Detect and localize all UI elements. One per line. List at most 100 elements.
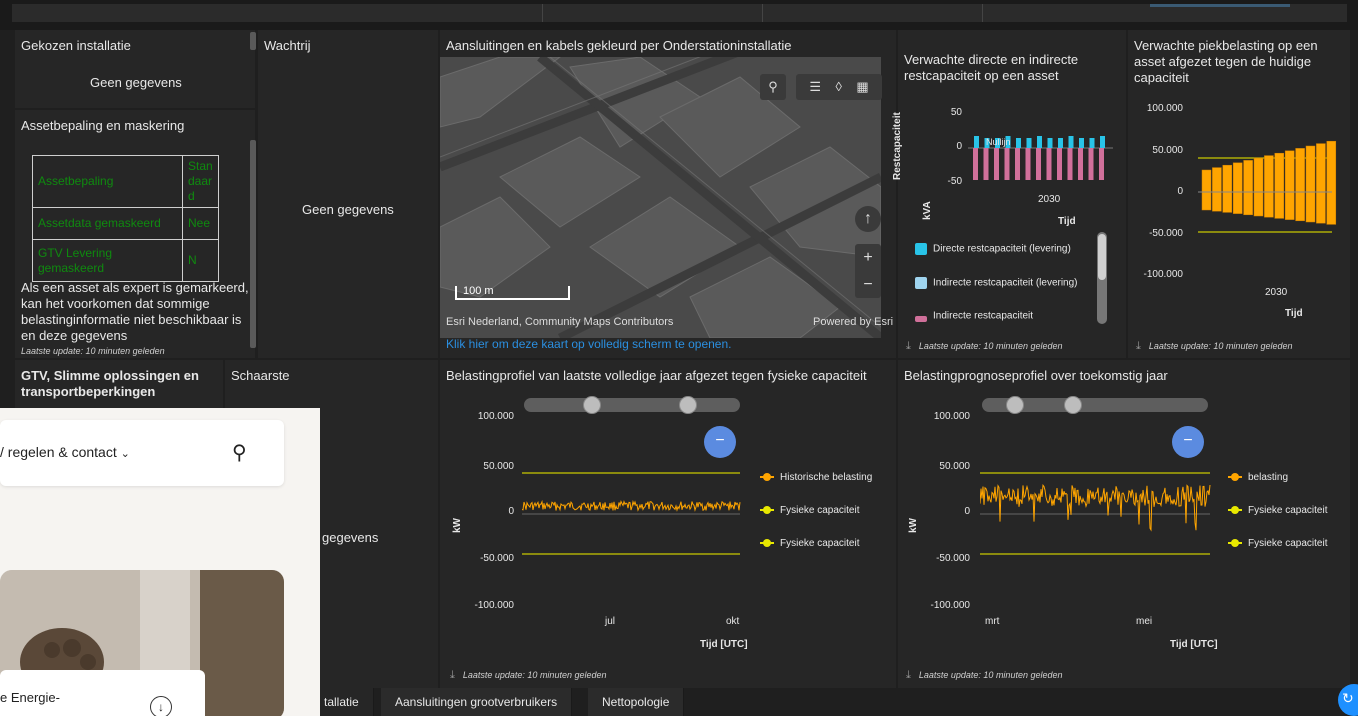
chart-bar[interactable] — [1232, 162, 1243, 214]
chart-bar[interactable] — [1100, 136, 1105, 148]
overlay-webpage: / regelen & contact ⌄ ⚲ e Energie- ↓ — [0, 408, 320, 716]
zoom-in-button[interactable]: + — [855, 244, 881, 271]
legend-label: Fysieke capaciteit — [1248, 505, 1328, 516]
y-axis-title: Restcapaciteit — [892, 112, 903, 180]
y-tick-label: -50 — [947, 176, 962, 187]
chart-bar[interactable] — [1274, 152, 1285, 219]
legend-item[interactable]: Fysieke capaciteit — [760, 505, 859, 516]
zoom-out-button[interactable]: − — [855, 271, 881, 298]
chart-bar[interactable] — [1201, 169, 1212, 211]
chart-bar[interactable] — [1057, 148, 1062, 180]
legend-item[interactable]: Fysieke capaciteit — [760, 538, 859, 549]
top-toolbar — [0, 0, 1358, 30]
chart-bar[interactable] — [1036, 148, 1041, 180]
legend-item[interactable]: Directe restcapaciteit (levering) — [915, 243, 1071, 255]
chart-bar[interactable] — [1326, 140, 1337, 225]
chart-bar[interactable] — [1212, 167, 1222, 212]
overlay-menu-item[interactable]: / regelen & contact ⌄ — [0, 444, 130, 460]
chart-bar[interactable] — [1243, 160, 1253, 216]
chart-bar[interactable] — [1025, 148, 1031, 180]
panel-title: Verwachte directe en indirecte restcapac… — [904, 52, 1079, 83]
restcap-chart[interactable] — [968, 112, 1118, 192]
toolbar-accent — [1150, 4, 1290, 7]
scrollbar[interactable] — [250, 32, 256, 50]
legend-item[interactable]: Indirecte restcapaciteit — [915, 310, 1033, 322]
chevron-down-icon: ⌄ — [120, 448, 130, 460]
chart-bar[interactable] — [1058, 138, 1063, 148]
table-cell-label: Assetbepaling — [32, 155, 183, 208]
chart-bar[interactable] — [1026, 138, 1032, 148]
search-icon[interactable]: ⚲ — [232, 440, 247, 465]
chart-bar[interactable] — [1099, 148, 1104, 180]
prognose-chart[interactable] — [980, 412, 1212, 612]
legend-item[interactable]: belasting — [1228, 472, 1288, 483]
tab-installatie[interactable]: tallatie — [312, 688, 374, 716]
download-icon[interactable]: ↓ — [150, 696, 172, 716]
range-slider[interactable] — [524, 398, 740, 412]
map-search-button[interactable]: ⚲ — [760, 74, 786, 100]
chart-bar[interactable] — [1016, 138, 1021, 148]
chart-bar[interactable] — [1015, 148, 1020, 180]
chart-bar[interactable] — [1253, 157, 1264, 217]
chart-bar[interactable] — [1068, 136, 1074, 148]
legend-item[interactable]: Indirecte restcapaciteit (levering) — [915, 277, 1078, 289]
legend-item[interactable]: Historische belasting — [760, 472, 872, 483]
chart-annotation: Nullijn — [986, 137, 1011, 147]
chart-bar[interactable] — [1295, 148, 1305, 222]
chart-bar[interactable] — [1088, 148, 1094, 180]
chart-bar[interactable] — [1079, 138, 1084, 148]
x-tick-label: mei — [1136, 616, 1153, 627]
fullscreen-map-link[interactable]: Klik hier om deze kaart op volledig sche… — [446, 337, 732, 351]
chart-bar[interactable] — [1089, 138, 1095, 148]
chart-bar[interactable] — [1222, 164, 1233, 213]
chart-bar[interactable] — [1067, 148, 1073, 180]
overlay-card[interactable]: e Energie- ↓ — [0, 670, 205, 716]
chart-bar[interactable] — [1264, 155, 1274, 218]
panel-title: GTV, Slimme oplossingen en transportbepe… — [21, 368, 199, 399]
map-scale-bar: 100 m — [455, 286, 570, 300]
tab-nettopologie[interactable]: Nettopologie — [588, 688, 685, 716]
chart-bar[interactable] — [1305, 145, 1316, 223]
download-icon[interactable]: ⤓ — [906, 340, 911, 352]
x-tick-label: okt — [726, 616, 740, 627]
zoom-controls: + − — [855, 244, 881, 298]
download-icon[interactable]: ⤓ — [450, 669, 455, 681]
tab-aansluitingen-grootverbruikers[interactable]: Aansluitingen grootverbruikers — [381, 688, 573, 716]
download-icon[interactable]: ⤓ — [1136, 340, 1141, 352]
chart-bar[interactable] — [1284, 150, 1295, 220]
legend-item[interactable]: Fysieke capaciteit — [1228, 505, 1327, 516]
y-axis-title: kW — [452, 518, 463, 533]
chart-bar[interactable] — [1078, 148, 1083, 180]
overlay-nav-bar: / regelen & contact ⌄ ⚲ — [0, 420, 284, 486]
legend-item[interactable]: Fysieke capaciteit — [1228, 538, 1327, 549]
x-axis-title: Tijd [UTC] — [700, 639, 748, 650]
compass-button[interactable]: ↑ — [855, 206, 881, 232]
legend-scroll-thumb[interactable] — [1098, 234, 1106, 280]
download-icon[interactable]: ⤓ — [906, 669, 911, 681]
chart-bar[interactable] — [983, 148, 989, 180]
panel-gekozen-installatie: Gekozen installatie Geen gegevens — [15, 30, 255, 108]
chart-bar[interactable] — [1047, 138, 1053, 148]
toolbar-divider — [762, 4, 763, 22]
profiel-chart[interactable] — [522, 412, 742, 612]
legend-marker — [1228, 473, 1242, 482]
legend-label: Indirecte restcapaciteit — [933, 310, 1034, 322]
legend-list-icon[interactable]: ☰ — [809, 79, 821, 94]
chart-bar[interactable] — [1046, 148, 1052, 180]
chart-bar[interactable] — [973, 148, 978, 180]
layers-icon[interactable]: ◊ — [835, 79, 841, 94]
basemap-gallery-icon[interactable]: ▦ — [856, 79, 868, 94]
y-tick-label: 0 — [1177, 186, 1183, 197]
chart-bar[interactable] — [1004, 148, 1010, 180]
y-tick-label: 100.000 — [933, 411, 970, 422]
powered-by-esri[interactable]: Powered by Esri — [813, 316, 893, 328]
refresh-button[interactable]: ↻ — [1338, 684, 1358, 716]
legend-label: Historische belasting — [780, 472, 873, 483]
chart-bar[interactable] — [1316, 143, 1326, 224]
piek-chart[interactable] — [1190, 108, 1340, 278]
scrollbar[interactable] — [250, 140, 256, 348]
chart-bar[interactable] — [974, 136, 979, 148]
chart-bar[interactable] — [994, 148, 999, 180]
legend-marker — [760, 506, 774, 515]
chart-bar[interactable] — [1037, 136, 1042, 148]
